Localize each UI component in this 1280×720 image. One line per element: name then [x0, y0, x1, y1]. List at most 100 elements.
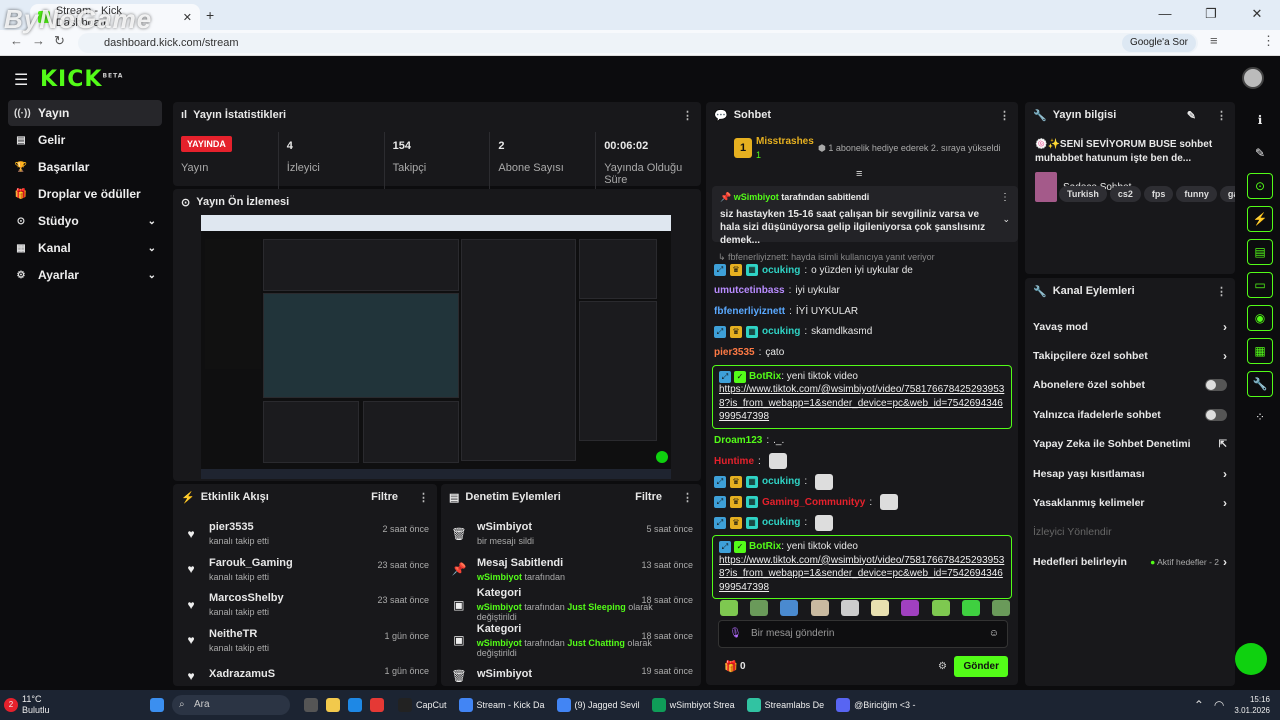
collapse-icon[interactable]: ≡ [856, 168, 862, 180]
send-button[interactable]: Gönder [954, 656, 1008, 677]
emote-icon[interactable] [991, 600, 1010, 616]
chat-username[interactable]: ocuking [762, 265, 800, 276]
user-avatar[interactable] [1242, 67, 1264, 89]
channel-action-row[interactable]: Takipçilere özel sohbet › [1025, 341, 1235, 370]
taskbar-app[interactable]: @Biriciğim <3 - [832, 693, 919, 717]
channel-action-row[interactable]: Yasaklanmış kelimeler › [1025, 488, 1235, 517]
hamburger-menu-icon[interactable]: ☰ [14, 70, 28, 90]
bot-message[interactable]: ⤢ ✓ BotRix: yeni tiktok video https://www.t… [712, 535, 1012, 599]
taskbar-app[interactable]: Streamlabs De [743, 693, 829, 717]
more-icon[interactable]: ⋮ [418, 491, 429, 504]
tag-chip[interactable]: gam [1219, 186, 1235, 202]
maximize-icon[interactable]: ❐ [1188, 0, 1234, 30]
toggle-switch[interactable] [1205, 379, 1227, 392]
floating-action-button[interactable] [1235, 643, 1267, 675]
file-explorer-icon[interactable] [326, 698, 340, 712]
chat-message[interactable]: ⤢ ♛ ▦ ocuking: [706, 513, 1018, 534]
chat-message[interactable]: pier3535: çato [706, 342, 1018, 363]
emote-icon[interactable] [961, 600, 980, 616]
channel-action-row[interactable]: Yapay Zeka ile Sohbet Denetimi ⇱ [1025, 430, 1235, 459]
chat-message[interactable]: ⤢ ♛ ▦ ocuking: [706, 472, 1018, 493]
moderation-row[interactable]: 🗑 wSimbiyot 19 saat önce [441, 658, 701, 686]
activity-row[interactable]: ♥ pier3535 kanalı takip etti 2 saat önce [173, 516, 437, 552]
chat-settings-icon[interactable]: ⚙ [938, 661, 947, 672]
emote-icon[interactable] [750, 600, 769, 616]
chevron-right-icon[interactable]: › [1223, 349, 1227, 363]
top-gifter-name[interactable]: Misstrashes [756, 136, 814, 147]
google-sor-button[interactable]: Google'a Sor [1121, 34, 1196, 52]
sidebar-item-2[interactable]: 🏆 Başarılar [8, 154, 162, 180]
chat-username[interactable]: ocuking [762, 517, 800, 528]
close-tab-icon[interactable]: ✕ [183, 11, 192, 24]
wrench-toggle-icon[interactable]: 🔧 [1247, 371, 1273, 397]
more-icon[interactable]: ⋮ [1216, 109, 1227, 122]
layout-toggle-icon[interactable]: ▦ [1247, 338, 1273, 364]
channel-action-row[interactable]: Abonelere özel sohbet [1025, 371, 1235, 400]
taskbar-app[interactable]: CapCut [394, 693, 451, 717]
emote-icon[interactable] [901, 600, 920, 616]
moderation-row[interactable]: ▣ Kategori wSimbiyot tarafından Just Sleep… [441, 587, 701, 623]
moderation-toggle-icon[interactable]: ▤ [1247, 239, 1273, 265]
minimize-icon[interactable]: — [1142, 0, 1188, 30]
chat-message[interactable]: fbfenerliyiznett: İYİ UYKULAR [706, 301, 1018, 322]
chat-username[interactable]: ocuking [762, 476, 800, 487]
task-view-icon[interactable] [304, 698, 318, 712]
chat-input[interactable]: 🎙 Bir mesaj gönderin ☺ [718, 620, 1008, 648]
emote-icon[interactable] [780, 600, 799, 616]
preview-toggle-icon[interactable]: ⊙ [1247, 173, 1273, 199]
sidebar-item-1[interactable]: ▤ Gelir [8, 127, 162, 153]
activity-row[interactable]: ♥ MarcosShelby kanalı takip etti 23 saat ön… [173, 587, 437, 623]
emote-icon[interactable] [871, 600, 890, 616]
chat-message[interactable]: Huntime: [706, 451, 1018, 472]
chat-username[interactable]: Huntime [714, 456, 754, 467]
channel-action-row[interactable]: Yavaş mod › [1025, 312, 1235, 341]
emoji-icon[interactable]: ☺ [989, 621, 999, 647]
clock[interactable]: 15:16 3.01.2026 [1234, 694, 1270, 716]
chat-message[interactable]: ⤢ ♛ ▦ Gaming_Communityy: [706, 492, 1018, 513]
back-icon[interactable]: ← [10, 33, 23, 48]
activity-filter-button[interactable]: Filtre [371, 491, 398, 503]
tiktok-link[interactable]: https://www.tiktok.com/@wsimbiyot/video/… [719, 383, 1005, 424]
moderation-filter-button[interactable]: Filtre [635, 491, 662, 503]
goals-row[interactable]: Hedefleri belirleyin ● Aktif hedefler - … [1025, 547, 1235, 576]
activity-row[interactable]: ♥ NeitheTR kanalı takip etti 1 gün önce [173, 623, 437, 659]
chat-message[interactable]: ⤢ ♛ ▦ ocuking: o yüzden iyi uykular de [706, 260, 1018, 281]
chevron-right-icon[interactable]: › [1223, 467, 1227, 481]
external-link-icon[interactable]: ⇱ [1219, 439, 1227, 450]
chat-username[interactable]: pier3535 [714, 347, 755, 358]
chat-message[interactable]: ⤢ ♛ ▦ ocuking: skamdlkasmd [706, 322, 1018, 343]
tag-chip[interactable]: cs2 [1109, 186, 1141, 202]
sidebar-item-6[interactable]: ⚙ Ayarlar ⌄ [8, 262, 162, 288]
sidebar-item-0[interactable]: ((·)) Yayın [8, 100, 162, 126]
chat-username[interactable]: umutcetinbass [714, 285, 785, 296]
kick-logo[interactable]: KICKBETA [40, 67, 123, 92]
moderation-row[interactable]: ▣ Kategori wSimbiyot tarafından Just Chatt… [441, 623, 701, 659]
extensions-icon[interactable]: ≡ [1210, 33, 1218, 48]
emote-icon[interactable] [840, 600, 859, 616]
taskbar-search[interactable]: ⌕ Ara [172, 695, 290, 715]
bot-username[interactable]: BotRix [749, 371, 781, 382]
new-tab-icon[interactable]: + [206, 7, 214, 23]
chat-message[interactable]: Droam123: ._. [706, 431, 1018, 452]
close-window-icon[interactable]: ✕ [1234, 0, 1280, 30]
stream-preview-video[interactable] [201, 215, 671, 479]
tray-chevron-icon[interactable]: ⌃ [1194, 698, 1204, 712]
browser-menu-icon[interactable]: ⋮ [1262, 33, 1275, 49]
chat-username[interactable]: fbfenerliyiznett [714, 306, 785, 317]
channel-action-row[interactable]: Yalnızca ifadelerle sohbet [1025, 400, 1235, 429]
chevron-right-icon[interactable]: › [1223, 320, 1227, 334]
emote-icon[interactable] [931, 600, 950, 616]
sidebar-item-5[interactable]: ▦ Kanal ⌄ [8, 235, 162, 261]
more-icon[interactable]: ⋮ [682, 491, 693, 504]
points-icon[interactable]: 🎁 [724, 660, 738, 673]
chat-toggle-icon[interactable]: ▭ [1247, 272, 1273, 298]
pinned-message[interactable]: 📌 wSimbiyot tarafından sabitlendi siz ha… [712, 186, 1018, 246]
add-widget-icon[interactable]: ⁘ [1247, 404, 1273, 430]
mic-icon[interactable]: 🎙 [729, 621, 742, 647]
wifi-icon[interactable]: ◠ [1214, 698, 1224, 712]
chat-username[interactable]: ocuking [762, 326, 800, 337]
reload-icon[interactable]: ↻ [54, 33, 65, 49]
chevron-right-icon[interactable]: › [1223, 496, 1227, 510]
moderation-row[interactable]: 📌 Mesaj Sabitlendi wSimbiyot tarafından 13 … [441, 552, 701, 588]
more-icon[interactable]: ⋮ [1216, 285, 1227, 298]
